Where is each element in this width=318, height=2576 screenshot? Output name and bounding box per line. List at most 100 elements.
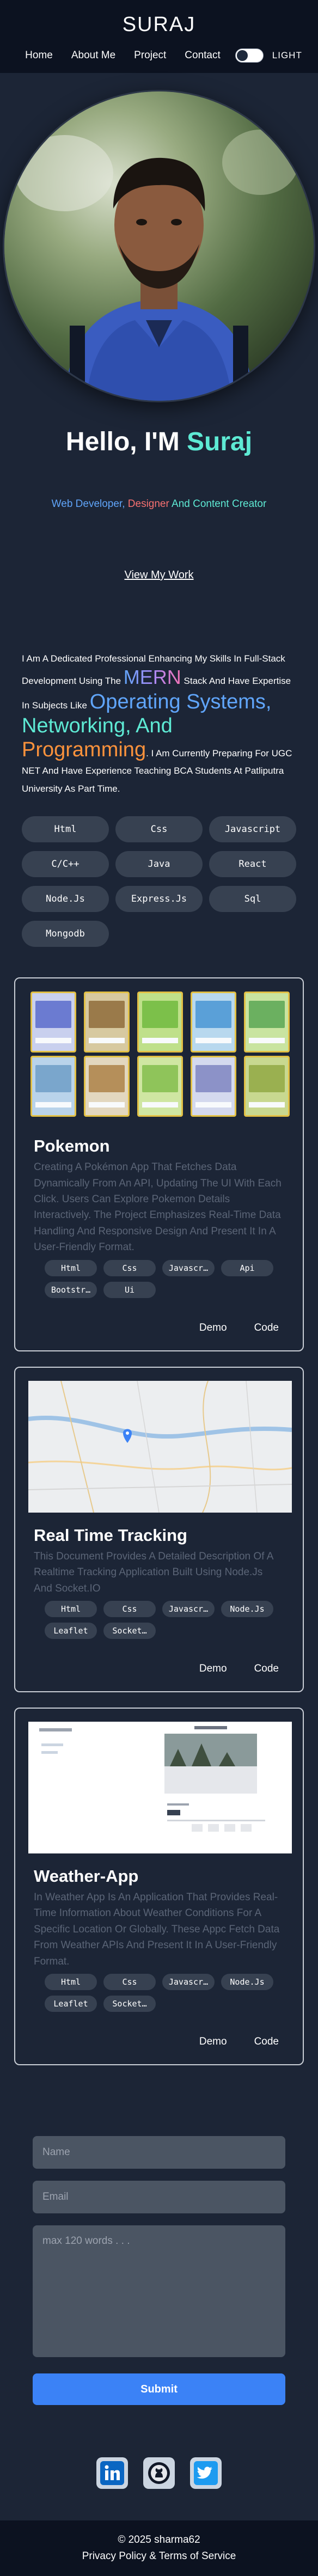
project-links: Demo Code: [28, 1322, 290, 1334]
project-card-real-time-tracking: Real Time Tracking This Document Provide…: [14, 1366, 304, 1693]
hero-greeting-text: Hello, I'M: [65, 427, 187, 456]
tech-tag: Css: [103, 1974, 156, 1991]
profile-photo: [4, 91, 314, 401]
skill-chip: Html: [22, 816, 109, 843]
skill-chip: Express.Js: [115, 886, 203, 913]
pokemon-card: [30, 1056, 76, 1117]
weather-app-illustration: [28, 1722, 292, 1854]
demo-link[interactable]: Demo: [199, 1663, 227, 1675]
profile-photo-illustration: [4, 91, 314, 401]
tech-tag: Javascr…: [162, 1974, 215, 1991]
top-navbar: SURAJ Home About Me Project Contact LIGH…: [0, 0, 318, 73]
tech-tag: Javascr…: [162, 1601, 215, 1618]
about-section: I Am A Dedicated Professional Enhancing …: [0, 650, 318, 798]
pokemon-card-grid: [28, 992, 292, 1117]
tech-tag: Bootstr…: [45, 1281, 97, 1298]
message-field[interactable]: [33, 2225, 285, 2358]
footer-policy-link[interactable]: Privacy Policy & Terms of Service: [82, 2548, 236, 2565]
contact-form: Submit: [0, 2136, 318, 2406]
skill-chip: Node.Js: [22, 886, 109, 913]
skill-chip: Mongodb: [22, 921, 109, 947]
github-icon[interactable]: [143, 2457, 175, 2489]
demo-link[interactable]: Demo: [199, 2036, 227, 2048]
code-link[interactable]: Code: [254, 1322, 279, 1334]
about-programming: Programming: [22, 738, 146, 762]
hero-section: Hello, I'M Suraj Web Developer, Designer…: [0, 73, 318, 582]
demo-link[interactable]: Demo: [199, 1322, 227, 1334]
site-footer: © 2025 sharma62 Privacy Policy & Terms o…: [0, 2520, 318, 2576]
role-web-developer: Web Developer,: [51, 498, 128, 510]
site-brand[interactable]: SURAJ: [123, 13, 196, 36]
pokemon-card: [84, 992, 130, 1053]
nav-link-project[interactable]: Project: [125, 50, 175, 62]
project-links: Demo Code: [28, 1663, 290, 1675]
linkedin-icon[interactable]: [96, 2457, 128, 2489]
tech-tag: Socket…: [103, 1996, 156, 2012]
nav-link-contact[interactable]: Contact: [175, 50, 229, 62]
pokemon-card: [137, 992, 183, 1053]
pokemon-card: [191, 992, 236, 1053]
project-links: Demo Code: [28, 2036, 290, 2048]
code-link[interactable]: Code: [254, 2036, 279, 2048]
project-card-pokemon: Pokemon Creating A Pokémon App That Fetc…: [14, 977, 304, 1351]
social-links: [0, 2457, 318, 2489]
nav-link-home[interactable]: Home: [16, 50, 62, 62]
map-illustration: [28, 1380, 292, 1513]
tech-tag: Html: [45, 1974, 97, 1991]
code-link[interactable]: Code: [254, 1663, 279, 1675]
hero-name: Suraj: [187, 427, 253, 456]
project-description: This Document Provides A Detailed Descri…: [34, 1550, 273, 1594]
project-title: Weather-App: [34, 1867, 139, 1886]
tech-tag: Javascr…: [162, 1259, 215, 1276]
tech-tag: Css: [103, 1259, 156, 1276]
theme-toggle[interactable]: [235, 48, 264, 63]
email-field[interactable]: [33, 2181, 285, 2214]
pokemon-card: [84, 1056, 130, 1117]
project-tags: Html Css Javascr… Node.Js Leaflet Socket…: [28, 1601, 290, 1639]
tech-tag: Css: [103, 1601, 156, 1618]
tech-tag: Ui: [103, 1281, 156, 1298]
skill-chip: Sql: [209, 886, 296, 913]
project-description: Creating A Pokémon App That Fetches Data…: [34, 1161, 282, 1253]
about-operating-systems: Operating Systems,: [89, 690, 272, 713]
project-card-weather-app: Weather-App In Weather App Is An Applica…: [14, 1708, 304, 2066]
role-designer: Designer: [127, 498, 169, 510]
name-field[interactable]: [33, 2136, 285, 2169]
theme-toggle-knob: [236, 50, 248, 61]
tech-tag: Node.Js: [221, 1601, 273, 1618]
tech-tag: Api: [221, 1259, 273, 1276]
project-title: Real Time Tracking: [34, 1525, 187, 1545]
project-tags: Html Css Javascr… Api Bootstr… Ui: [28, 1259, 290, 1298]
nav-link-about[interactable]: About Me: [62, 50, 125, 62]
twitter-icon[interactable]: [190, 2457, 222, 2489]
skill-chip: Css: [115, 816, 203, 843]
skill-chip: Javascript: [209, 816, 296, 843]
tech-tag: Html: [45, 1259, 97, 1276]
pokemon-card: [137, 1056, 183, 1117]
submit-button[interactable]: Submit: [33, 2373, 285, 2406]
role-content-creator: And Content Creator: [169, 498, 267, 510]
view-my-work-link[interactable]: View My Work: [124, 569, 193, 582]
project-screenshot-weather: [28, 1722, 292, 1854]
hero-roles: Web Developer, Designer And Content Crea…: [52, 498, 267, 510]
project-title: Pokemon: [34, 1136, 110, 1156]
skill-chip: Java: [115, 851, 203, 878]
footer-copyright: © 2025 sharma62: [118, 2534, 200, 2546]
skill-chip: C/C++: [22, 851, 109, 878]
tech-tag: Leaflet: [45, 1623, 97, 1639]
project-screenshot-map: [28, 1380, 292, 1513]
pokemon-card: [244, 1056, 290, 1117]
project-screenshot-pokemon: [28, 992, 292, 1123]
nav-links: Home About Me Project Contact LIGHT: [16, 48, 302, 63]
project-description: In Weather App Is An Application That Pr…: [34, 1892, 280, 1967]
tech-tag: Html: [45, 1601, 97, 1618]
tech-tag: Socket…: [103, 1623, 156, 1639]
tech-tag: Leaflet: [45, 1996, 97, 2012]
pokemon-card: [30, 992, 76, 1053]
skills-list: Html Css Javascript C/C++ Java React Nod…: [0, 816, 318, 947]
project-tags: Html Css Javascr… Node.Js Leaflet Socket…: [28, 1974, 290, 2012]
hero-greeting: Hello, I'M Suraj: [66, 427, 252, 457]
skill-chip: React: [209, 851, 296, 878]
pokemon-card: [244, 992, 290, 1053]
about-mern: MERN: [123, 666, 181, 689]
